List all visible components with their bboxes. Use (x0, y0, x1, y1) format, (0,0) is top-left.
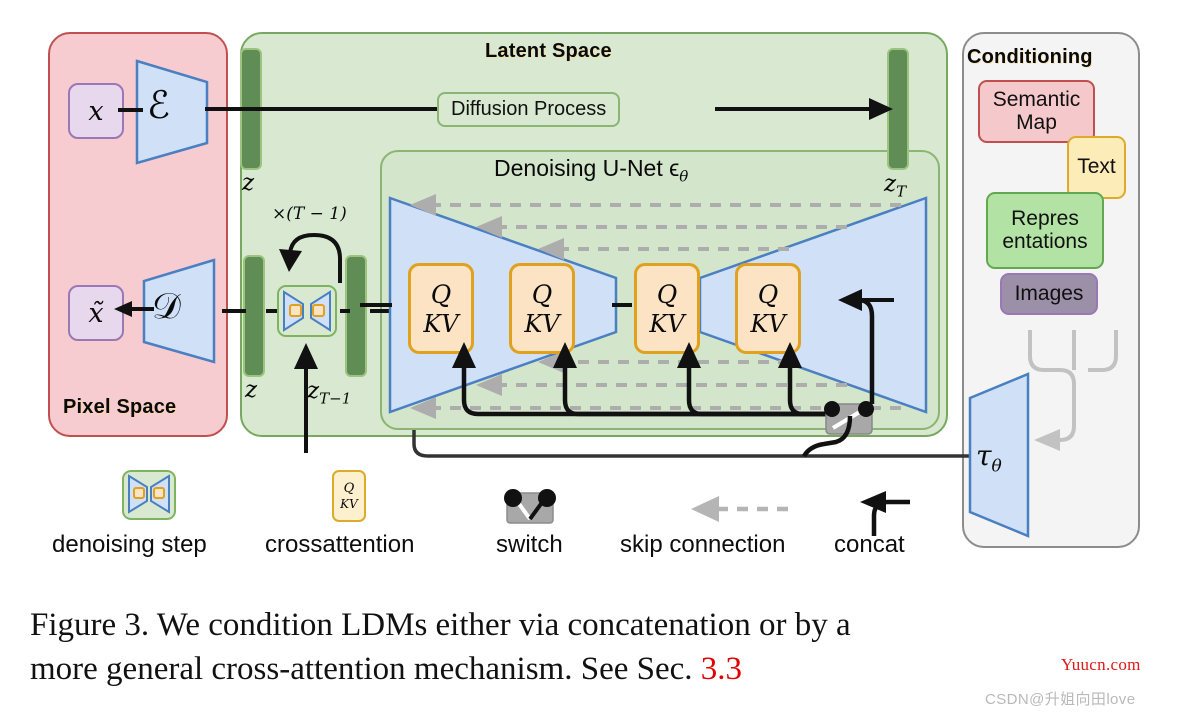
encoder-label: ℰ (147, 83, 171, 127)
watermark-red: Yuucn.com (1061, 655, 1141, 674)
legend-crossattention-icon: Q KV (332, 470, 366, 522)
legend-denoising-step-icon (122, 470, 176, 520)
arrow-decoder-to-output (114, 301, 154, 317)
unet-title: Denoising U-Net ϵθ (494, 155, 688, 186)
legend-cross-q: Q (343, 481, 355, 496)
figure-caption: Figure 3. We condition LDMs either via c… (30, 604, 1150, 691)
legend-skip-connection-icon (691, 496, 792, 522)
z-top-right-base: z (884, 171, 897, 197)
unet-title-text: Denoising U-Net ϵ (494, 155, 680, 181)
conditioning-chip-semantic-map: Semantic Map (978, 80, 1095, 143)
encoder-trapezoid (135, 59, 209, 165)
attention-q-4: Q (757, 279, 779, 309)
caption-line-1: Figure 3. We condition LDMs either via c… (30, 607, 851, 643)
arrow-conditioning-to-denoise-step (294, 343, 318, 453)
caption-line-2: more general cross-attention mechanism. … (30, 648, 1150, 692)
unet-title-subscript: θ (679, 167, 689, 186)
conditioning-chip-images: Images (1000, 273, 1098, 315)
chip-semantic-line2: Map (1016, 110, 1057, 134)
arrow-zT-to-unet (838, 289, 894, 404)
legend-label-skip-connection: skip connection (620, 531, 786, 558)
conditioning-chip-representations: Repres entations (986, 192, 1104, 269)
conditioning-feed-lines (452, 342, 830, 417)
legend-label-denoising-step: denoising step (52, 531, 207, 558)
input-x-box: x (68, 83, 124, 139)
loop-arrow (279, 232, 342, 283)
chip-semantic-line1: Semantic (992, 87, 1081, 111)
chip-rep-line2: entations (1002, 229, 1088, 253)
decoder-label: 𝒟 (152, 286, 181, 327)
diffusion-process-label: Diffusion Process (437, 92, 621, 127)
tau-sub: θ (991, 456, 1002, 477)
conditioning-merge-arrow (1028, 330, 1118, 451)
attention-q-2: Q (531, 279, 553, 309)
loop-count-label: ×(T − 1) (272, 204, 347, 224)
line-zbar-to-unet (360, 303, 392, 307)
legend-label-concat: concat (834, 531, 905, 558)
caption-section-ref: 3.3 (700, 650, 743, 687)
figure-canvas: Latent Space Pixel Space Conditioning De… (0, 0, 1184, 721)
legend-cross-kv: KV (340, 497, 358, 511)
attention-q-3: Q (656, 279, 678, 309)
legend-label-crossattention: crossattention (265, 531, 415, 558)
z-label-bottom-left: z (245, 377, 258, 403)
legend-switch-icon (504, 489, 556, 524)
conditioning-title: Conditioning (967, 46, 1093, 68)
chip-rep-line1: Repres (1011, 206, 1079, 230)
attention-q-1: Q (430, 279, 452, 309)
conditioning-chip-text: Text (1067, 136, 1126, 199)
caption-line-2-text: more general cross-attention mechanism. … (30, 650, 701, 687)
z-label-top-left: z (242, 170, 255, 196)
pixel-space-title: Pixel Space (63, 396, 177, 418)
latent-space-title: Latent Space (485, 40, 612, 62)
skip-connections-upper (410, 194, 908, 260)
line-x-to-encoder (118, 108, 143, 112)
tau-conditioning-path (412, 415, 976, 458)
tau-base: τ (976, 439, 992, 472)
tau-label: τθ (976, 439, 1002, 477)
legend-label-switch: switch (496, 531, 563, 558)
watermark-csdn: CSDN@升姐向田love (985, 691, 1136, 708)
